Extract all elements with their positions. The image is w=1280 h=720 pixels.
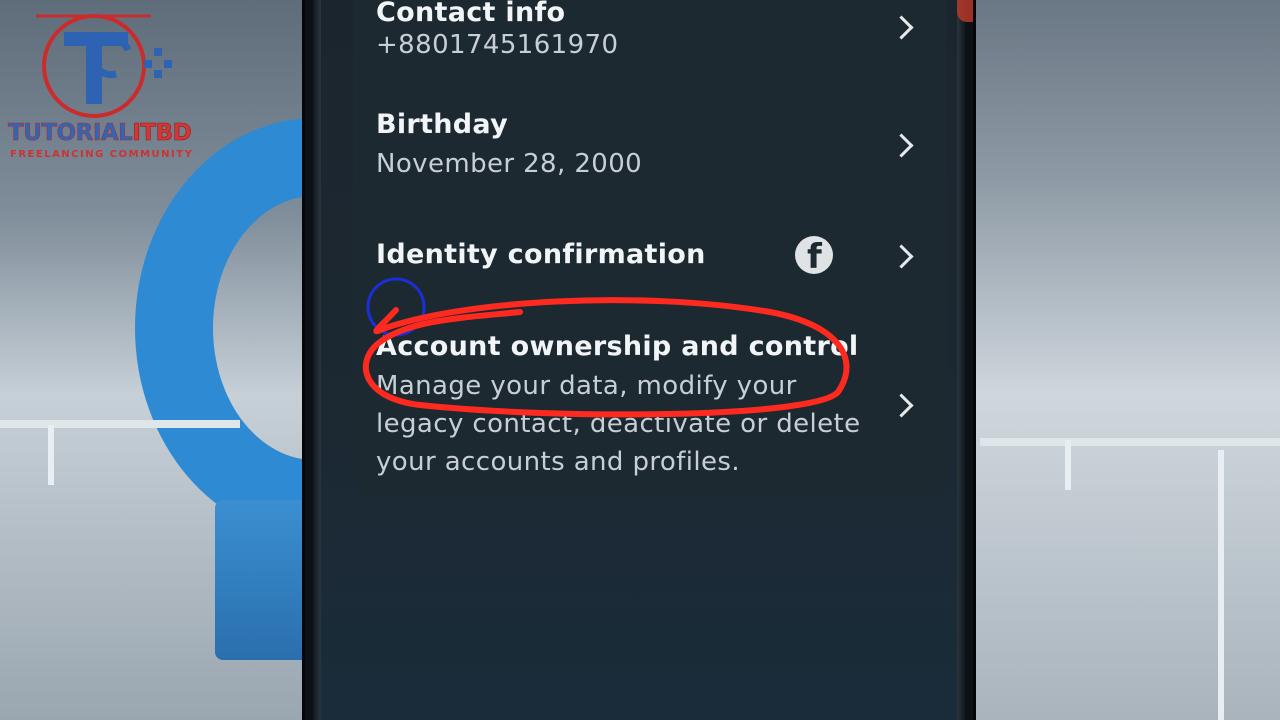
channel-logo: TUTORIALITBD FREELANCING COMMUNITY (6, 8, 192, 163)
phone-corner-indicator (957, 0, 973, 22)
phone-frame: Contact info +8801745161970 Birthday Nov… (302, 0, 976, 720)
birthday-title: Birthday (376, 109, 508, 140)
contact-info-value: +8801745161970 (376, 30, 619, 60)
logo-wordmark: TUTORIALITBD (8, 120, 192, 147)
background-rail (0, 420, 240, 428)
identity-confirmation-title: Identity confirmation (376, 239, 706, 270)
screen-edge (313, 0, 321, 720)
settings-row-birthday[interactable]: Birthday November 28, 2000 (353, 100, 947, 200)
screen-edge (957, 0, 965, 720)
background-post (1065, 440, 1071, 490)
birthday-value: November 28, 2000 (376, 149, 643, 179)
settings-row-identity-confirmation[interactable]: Identity confirmation f (353, 230, 947, 300)
account-ownership-description-line: legacy contact, deactivate or delete (376, 409, 861, 439)
chevron-right-icon (889, 133, 914, 158)
background-right (975, 0, 1280, 720)
logo-emblem (36, 14, 172, 118)
contact-info-title: Contact info (376, 0, 566, 28)
settings-row-contact-info[interactable]: Contact info +8801745161970 (353, 0, 947, 70)
logo-tagline: FREELANCING COMMUNITY (10, 149, 194, 160)
chevron-right-icon (889, 393, 914, 418)
account-ownership-title: Account ownership and control (376, 331, 859, 362)
phone-screen: Contact info +8801745161970 Birthday Nov… (313, 0, 965, 720)
background-rail (980, 438, 1280, 446)
account-ownership-description-line: your accounts and profiles. (376, 447, 741, 477)
chevron-right-icon (889, 244, 914, 269)
account-ownership-description-line: Manage your data, modify your (376, 371, 797, 401)
facebook-icon: f (795, 236, 833, 277)
personal-details-card: Contact info +8801745161970 Birthday Nov… (353, 0, 947, 498)
background-post (1218, 450, 1224, 720)
background-post (48, 425, 54, 485)
settings-row-account-ownership[interactable]: Account ownership and control Manage you… (353, 325, 947, 485)
chevron-right-icon (889, 15, 914, 40)
